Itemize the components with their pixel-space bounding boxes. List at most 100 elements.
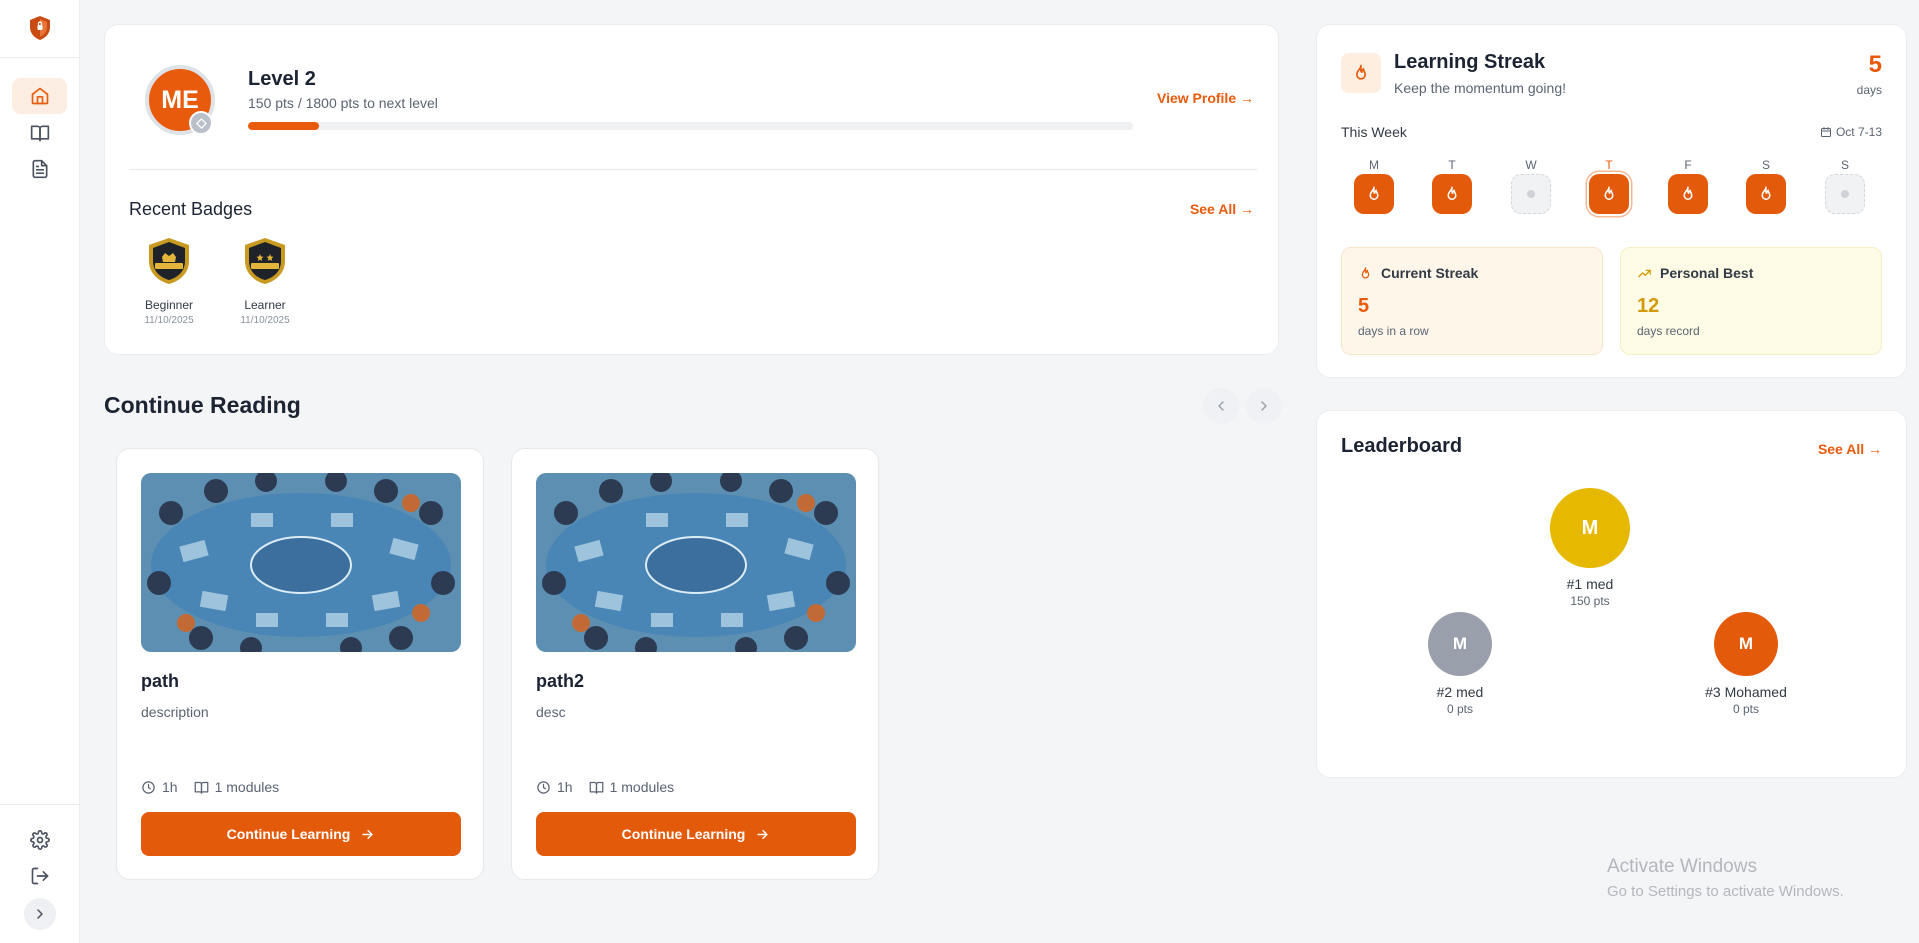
logout-icon bbox=[31, 867, 48, 885]
leaderboard-points: 0 pts bbox=[1732, 702, 1759, 716]
stat-label: Personal Best bbox=[1660, 265, 1754, 281]
level-points: 150 pts / 1800 pts to next level bbox=[248, 95, 438, 111]
arrow-right-icon bbox=[757, 829, 768, 839]
level-progress-fill bbox=[248, 122, 319, 130]
sidebar-item-home[interactable] bbox=[12, 78, 67, 114]
personal-best-label: Personal Best bbox=[1637, 265, 1753, 281]
empty-day-indicator bbox=[1825, 174, 1865, 214]
leaderboard-name: #1 med bbox=[1566, 576, 1614, 592]
chevron-right-icon bbox=[1261, 401, 1267, 411]
shield-logo-icon[interactable] bbox=[26, 14, 54, 42]
day-letter: S bbox=[1761, 158, 1770, 172]
week-day: S bbox=[1745, 156, 1787, 214]
course-card[interactable]: path2 desc 1h 1 modules Continue Learnin… bbox=[511, 448, 879, 880]
leaderboard-see-all-link[interactable]: See All → bbox=[1818, 441, 1882, 457]
rank-diamond-icon bbox=[189, 111, 213, 135]
carousel-prev-button[interactable] bbox=[1203, 388, 1239, 424]
leaderboard-entry-2[interactable]: M #2 med 0 pts bbox=[1400, 612, 1520, 716]
badge-beginner[interactable]: Beginner 11/10/2025 bbox=[129, 236, 209, 326]
sidebar-divider-bottom bbox=[0, 804, 80, 805]
gear-icon bbox=[29, 830, 50, 850]
home-icon bbox=[31, 87, 48, 105]
week-day: F bbox=[1667, 156, 1709, 214]
badge-date: 11/10/2025 bbox=[144, 315, 194, 326]
view-profile-link[interactable]: View Profile → bbox=[1157, 90, 1254, 106]
badge-learner[interactable]: Learner 11/10/2025 bbox=[225, 236, 305, 326]
button-label: Continue Learning bbox=[226, 826, 351, 842]
streak-unit: days bbox=[1856, 83, 1882, 97]
profile-card: ME Level 2 150 pts / 1800 pts to next le… bbox=[104, 24, 1279, 355]
book-icon bbox=[194, 781, 208, 794]
book-icon bbox=[589, 781, 603, 794]
flame-icon bbox=[1668, 174, 1708, 214]
carousel-next-button[interactable] bbox=[1246, 388, 1282, 424]
flame-icon bbox=[1589, 174, 1629, 214]
flame-icon bbox=[1432, 174, 1472, 214]
badges-see-all-link[interactable]: See All → bbox=[1190, 201, 1254, 217]
clock-icon bbox=[142, 780, 155, 794]
sidebar-expand-button[interactable] bbox=[24, 898, 56, 930]
course-thumbnail bbox=[536, 473, 856, 652]
sidebar-divider bbox=[0, 57, 80, 58]
day-letter: S bbox=[1840, 158, 1849, 172]
week-label: This Week bbox=[1341, 124, 1407, 140]
streak-title: Learning Streak bbox=[1394, 51, 1546, 73]
clock-icon bbox=[537, 780, 550, 794]
leaderboard-points: 150 pts bbox=[1570, 594, 1610, 608]
day-letter: M bbox=[1369, 158, 1379, 172]
sidebar bbox=[0, 0, 80, 943]
button-label: Continue Learning bbox=[621, 826, 746, 842]
badge-name: Learner bbox=[244, 298, 286, 312]
continue-learning-button[interactable]: Continue Learning bbox=[536, 812, 856, 856]
chevron-left-icon bbox=[1218, 401, 1224, 411]
personal-best-box: Personal Best 12 days record bbox=[1620, 247, 1882, 355]
flame-icon bbox=[1341, 53, 1381, 93]
course-meta: 1h 1 modules bbox=[536, 779, 674, 795]
week-range: Oct 7-13 bbox=[1820, 125, 1882, 139]
sidebar-item-courses[interactable] bbox=[12, 115, 67, 151]
sidebar-item-logout[interactable] bbox=[12, 858, 67, 894]
avatar: M bbox=[1714, 612, 1778, 676]
sidebar-item-settings[interactable] bbox=[12, 822, 67, 858]
badge-date: 11/10/2025 bbox=[240, 315, 290, 326]
arrow-right-icon bbox=[362, 829, 373, 839]
course-description: desc bbox=[536, 704, 566, 720]
badge-name: Beginner bbox=[144, 298, 194, 312]
current-streak-box: Current Streak 5 days in a row bbox=[1341, 247, 1603, 355]
current-streak-value: 5 bbox=[1358, 295, 1370, 317]
activate-windows-watermark: Activate Windows Go to Settings to activ… bbox=[1607, 856, 1844, 900]
continue-learning-button[interactable]: Continue Learning bbox=[141, 812, 461, 856]
course-title: path bbox=[141, 671, 179, 691]
week-day: M bbox=[1353, 156, 1395, 214]
day-letter: T bbox=[1448, 158, 1456, 172]
day-letter: F bbox=[1684, 158, 1692, 172]
leaderboard-points: 0 pts bbox=[1446, 702, 1473, 716]
week-day: T bbox=[1588, 156, 1630, 214]
week-day: S bbox=[1824, 156, 1866, 214]
badge-shield-icon bbox=[149, 238, 189, 284]
streak-subtitle: Keep the momentum going! bbox=[1394, 80, 1566, 96]
continue-reading-title: Continue Reading bbox=[104, 392, 301, 418]
day-letter: W bbox=[1525, 158, 1537, 172]
course-modules: 1 modules bbox=[609, 779, 675, 795]
flame-icon bbox=[1746, 174, 1786, 214]
leaderboard-entry-3[interactable]: M #3 Mohamed 0 pts bbox=[1686, 612, 1806, 716]
current-streak-sub: days in a row bbox=[1358, 324, 1429, 338]
leaderboard-title: Leaderboard bbox=[1341, 435, 1463, 457]
course-card[interactable]: path description 1h 1 modules Continue L… bbox=[116, 448, 484, 880]
leaderboard-entry-1[interactable]: M #1 med 150 pts bbox=[1530, 488, 1650, 608]
recent-badges-title: Recent Badges bbox=[129, 199, 253, 219]
stat-label: Current Streak bbox=[1381, 265, 1479, 281]
trending-up-icon bbox=[1638, 269, 1651, 277]
sidebar-item-documents[interactable] bbox=[12, 151, 67, 187]
week-day: W bbox=[1510, 156, 1552, 214]
current-streak-label: Current Streak bbox=[1358, 265, 1478, 281]
course-description: description bbox=[141, 704, 209, 720]
level-progress-bar bbox=[248, 122, 1133, 130]
personal-best-sub: days record bbox=[1637, 324, 1700, 338]
watermark-line1: Activate Windows bbox=[1607, 856, 1757, 877]
divider bbox=[129, 169, 1257, 170]
course-thumbnail bbox=[141, 473, 461, 652]
calendar-icon bbox=[1820, 127, 1831, 137]
avatar: M bbox=[1428, 612, 1492, 676]
